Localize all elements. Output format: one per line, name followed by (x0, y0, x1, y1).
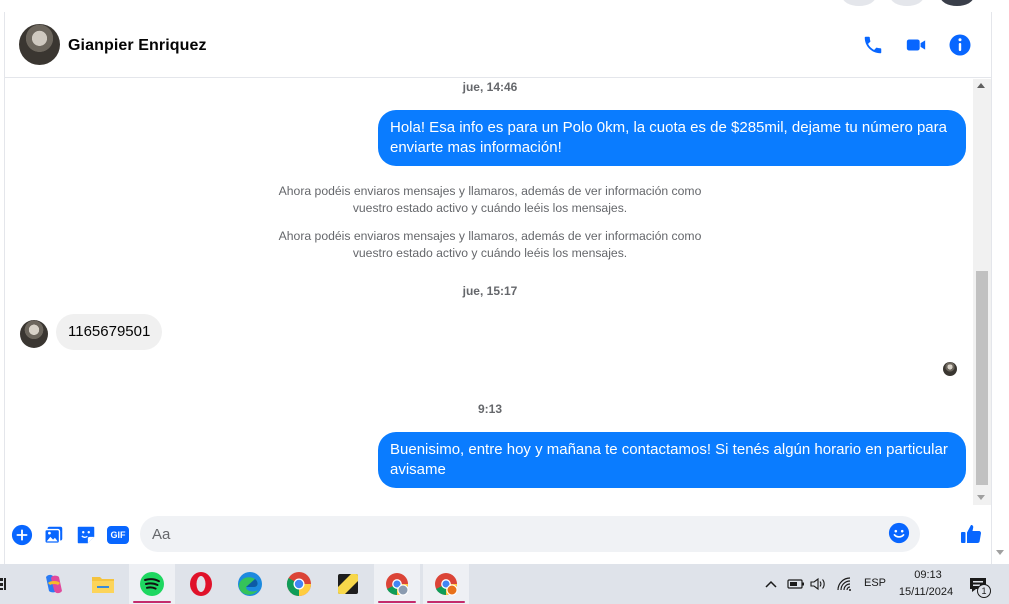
battery-icon (787, 579, 804, 589)
top-strip (0, 0, 1009, 12)
emoji-smile-icon (888, 522, 910, 544)
plus-circle-icon (11, 524, 33, 546)
profile-avatar-top[interactable] (940, 0, 974, 6)
taskbar-copilot[interactable] (31, 564, 77, 604)
folder-icon (92, 577, 114, 593)
timestamp: 9:13 (477, 402, 503, 416)
more-actions-button[interactable] (10, 523, 34, 547)
taskbar-file-explorer[interactable] (80, 564, 126, 604)
contact-avatar-small[interactable] (20, 320, 48, 348)
audio-call-button[interactable] (860, 32, 886, 58)
network-status[interactable] (836, 576, 854, 592)
system-note: Ahora podéis enviaros mensajes y llamaro… (278, 229, 702, 260)
spotify-icon (140, 572, 164, 596)
show-hidden-icons-button[interactable] (764, 576, 778, 592)
chrome-profile-icon (435, 573, 458, 596)
sticker-button[interactable] (74, 523, 98, 547)
sticky-notes-icon (338, 574, 358, 594)
task-view-button[interactable] (0, 564, 14, 604)
notification-count-badge: 1 (977, 584, 991, 598)
conversation-info-button[interactable] (947, 32, 973, 58)
like-button[interactable] (958, 521, 984, 547)
phone-icon (864, 36, 882, 54)
info-icon (949, 34, 971, 56)
chrome-icon (286, 572, 311, 596)
taskbar-sticky-notes[interactable] (325, 564, 371, 604)
timestamp: jue, 14:46 (462, 80, 518, 94)
incoming-message[interactable]: 1165679501 (56, 314, 163, 350)
attach-media-button[interactable] (42, 523, 66, 547)
windows-taskbar: ESP 09:13 15/11/2024 1 (0, 564, 1009, 604)
top-button[interactable] (890, 0, 924, 6)
opera-icon (190, 572, 212, 596)
chevron-up-icon (765, 580, 777, 588)
input-language[interactable]: ESP (864, 577, 886, 589)
message-composer: GIF (5, 510, 991, 560)
chat-window: Gianpier Enriquez jue, 14:46 Hola! Esa i… (4, 12, 992, 564)
taskbar-chrome-profile[interactable] (423, 564, 469, 604)
gif-icon: GIF (107, 526, 129, 544)
message-scrollbar[interactable] (973, 79, 991, 505)
video-call-button[interactable] (903, 32, 929, 58)
taskbar-edge[interactable] (227, 564, 273, 604)
system-note: Ahora podéis enviaros mensajes y llamaro… (278, 184, 702, 215)
clock-date[interactable]: 15/11/2024 (895, 586, 957, 598)
clock-time[interactable]: 09:13 (908, 569, 948, 581)
sticker-icon (77, 526, 95, 544)
task-view-icon (0, 578, 6, 590)
timestamp: jue, 15:17 (462, 284, 518, 298)
gif-label: GIF (110, 530, 126, 540)
edge-icon (238, 572, 262, 596)
video-camera-icon (906, 39, 926, 51)
photo-icon (44, 526, 63, 544)
scroll-up-arrow-icon[interactable] (977, 83, 985, 88)
battery-status[interactable] (787, 576, 805, 592)
taskbar-chrome-profile[interactable] (374, 564, 420, 604)
copilot-icon (46, 574, 62, 594)
read-receipt-avatar (943, 362, 957, 376)
gif-button[interactable]: GIF (106, 523, 130, 547)
thumbs-up-icon (961, 525, 982, 543)
speaker-icon (810, 577, 825, 591)
taskbar-chrome[interactable] (276, 564, 322, 604)
contact-avatar[interactable] (19, 24, 60, 65)
chrome-profile-icon (386, 573, 409, 596)
volume-control[interactable] (810, 576, 828, 592)
top-button[interactable] (842, 0, 876, 6)
outgoing-message[interactable]: Hola! Esa info es para un Polo 0km, la c… (378, 110, 966, 166)
taskbar-spotify[interactable] (129, 564, 175, 604)
scrollbar-thumb[interactable] (976, 271, 988, 485)
outgoing-message[interactable]: Buenisimo, entre hoy y mañana te contact… (378, 432, 966, 488)
page-scroll-down-arrow-icon[interactable] (996, 550, 1004, 555)
message-input[interactable] (152, 516, 902, 552)
message-input-container[interactable] (140, 516, 920, 552)
scroll-down-arrow-icon[interactable] (977, 495, 985, 500)
emoji-button[interactable] (888, 522, 912, 546)
contact-name[interactable]: Gianpier Enriquez (68, 37, 207, 55)
taskbar-opera[interactable] (178, 564, 224, 604)
message-list: jue, 14:46 Hola! Esa info es para un Pol… (5, 79, 973, 505)
wifi-icon (837, 577, 851, 591)
chat-header: Gianpier Enriquez (5, 12, 991, 78)
